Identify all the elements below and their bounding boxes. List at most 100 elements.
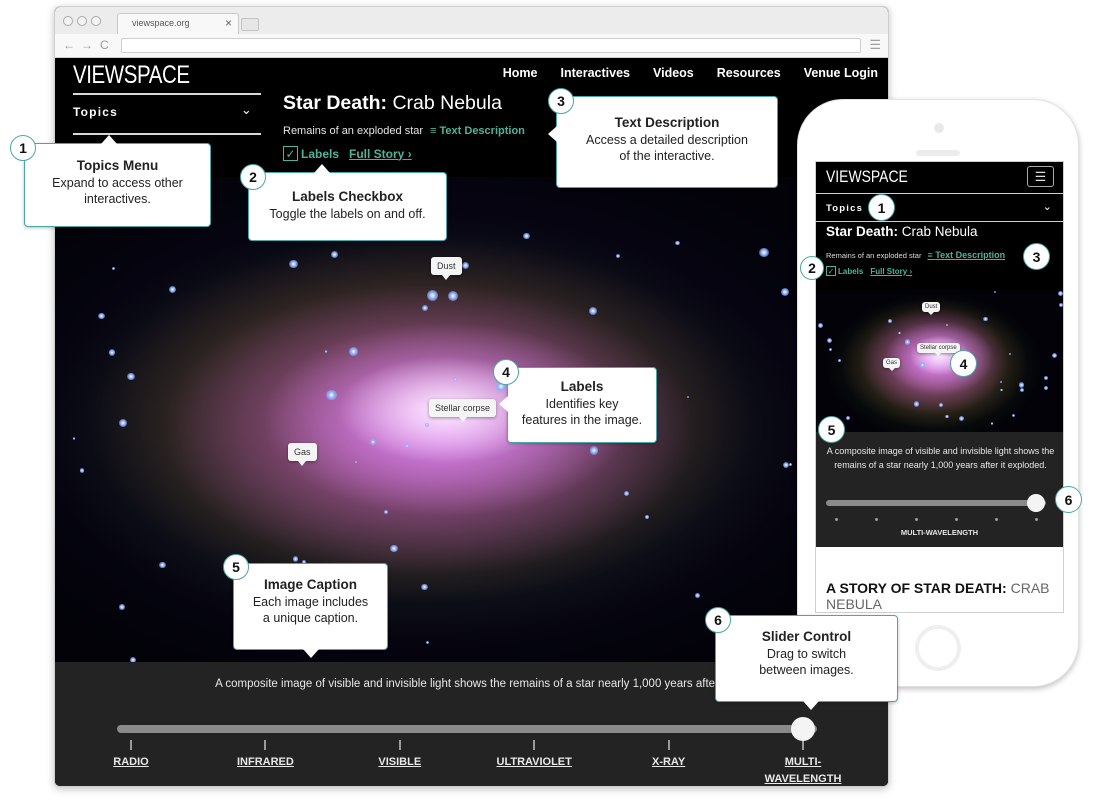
- mobile-selected-band: MULTI-WAVELENGTH: [900, 528, 979, 537]
- mobile-slider-thumb[interactable]: [1027, 494, 1045, 512]
- sidebar-divider: [73, 93, 261, 95]
- star-point: [348, 346, 358, 356]
- phone-speaker: [916, 150, 960, 156]
- forward-arrow-icon[interactable]: →: [81, 38, 93, 52]
- callout-line: Toggle the labels on and off.: [269, 207, 426, 221]
- star-point: [616, 253, 621, 258]
- mobile-slider-dot[interactable]: [874, 518, 878, 521]
- address-bar[interactable]: [121, 38, 861, 53]
- nav-interactives[interactable]: Interactives: [561, 66, 630, 80]
- band-label-line: MULTI-: [784, 756, 822, 768]
- topics-menu[interactable]: Topics ⌄: [73, 102, 261, 119]
- wavelength-slider-track[interactable]: [117, 725, 817, 733]
- star-point: [383, 509, 388, 514]
- window-zoom-dot[interactable]: [91, 16, 101, 26]
- star-point: [913, 401, 920, 407]
- callout-number-badge: 4: [493, 359, 519, 385]
- band-label-line: ULTRAVIOLET: [496, 756, 572, 768]
- window-minimize-dot[interactable]: [77, 16, 87, 26]
- reload-icon[interactable]: C: [100, 38, 109, 52]
- star-point: [461, 262, 469, 270]
- mobile-slider-dot[interactable]: [914, 518, 918, 521]
- page-subtitle-row: Remains of an exploded star ≡ Text Descr…: [283, 125, 525, 137]
- slider-band-x-ray[interactable]: X-RAY: [652, 754, 685, 771]
- nav-videos[interactable]: Videos: [653, 66, 694, 80]
- mobile-image-controls: ✓ Labels Full Story ›: [826, 266, 912, 276]
- star-point: [427, 289, 438, 301]
- callout-title: Slider Control: [761, 629, 852, 644]
- mobile-full-story-link[interactable]: Full Story ›: [870, 267, 912, 276]
- mobile-image-label-gas[interactable]: Gas: [883, 358, 901, 371]
- tab-close-icon[interactable]: ×: [225, 16, 232, 30]
- star-point: [325, 350, 328, 353]
- star-point: [645, 515, 649, 519]
- slider-band-infrared[interactable]: INFRARED: [237, 754, 294, 771]
- image-label-dust[interactable]: Dust: [431, 257, 462, 280]
- mobile-badge-5: 5: [818, 416, 845, 443]
- slider-band-ultraviolet[interactable]: ULTRAVIOLET: [497, 754, 572, 771]
- topics-label: Topics: [73, 105, 118, 119]
- subtitle-text: Remains of an exploded star: [283, 125, 424, 137]
- text-description-link[interactable]: ≡ Text Description: [430, 125, 525, 137]
- mobile-image-label-dust[interactable]: Dust: [922, 302, 941, 315]
- callout-line: Expand to access other: [52, 176, 183, 190]
- chevron-down-icon: ⌄: [240, 102, 253, 117]
- text-lines-icon: ≡: [927, 250, 933, 260]
- nav-resources[interactable]: Resources: [717, 66, 781, 80]
- star-point: [405, 443, 409, 448]
- star-point: [959, 416, 965, 422]
- slider-tick: [398, 740, 401, 750]
- star-point: [1058, 302, 1063, 307]
- slider-band-radio[interactable]: RADIO: [113, 754, 148, 771]
- nav-venue-login[interactable]: Venue Login: [804, 66, 878, 80]
- image-label-stellar-corpse[interactable]: Stellar corpse: [429, 399, 497, 422]
- mobile-slider-dot[interactable]: [834, 518, 838, 521]
- browser-tab[interactable]: viewspace.org ×: [117, 13, 239, 35]
- mobile-slider-dot[interactable]: [954, 518, 958, 521]
- star-point: [118, 418, 127, 427]
- browser-tab-strip: viewspace.org ×: [55, 7, 888, 35]
- window-close-dot[interactable]: [63, 16, 73, 26]
- mobile-text-description-label: Text Description: [935, 250, 1006, 260]
- mobile-text-description-link[interactable]: ≡ Text Description: [927, 250, 1005, 260]
- star-point: [390, 545, 398, 553]
- browser-toolbar: ← → C ☰: [55, 34, 888, 58]
- site-logo[interactable]: VIEWSPACE: [73, 61, 190, 90]
- mobile-labels-checkbox[interactable]: ✓: [826, 266, 836, 276]
- star-point: [1000, 380, 1003, 384]
- star-point: [588, 306, 598, 316]
- star-point: [421, 583, 428, 591]
- star-point: [127, 372, 135, 381]
- star-point: [454, 378, 458, 382]
- back-arrow-icon[interactable]: ←: [63, 38, 75, 52]
- mobile-slider-dot[interactable]: [1034, 518, 1038, 521]
- mobile-slider-track[interactable]: [826, 500, 1046, 506]
- title-rest: Crab Nebula: [387, 92, 502, 114]
- band-label-line: VISIBLE: [378, 756, 422, 768]
- mobile-slider-dot[interactable]: [994, 518, 998, 521]
- mobile-title-bold: Star Death:: [826, 224, 899, 239]
- star-point: [888, 319, 892, 323]
- new-tab-button[interactable]: [241, 18, 259, 31]
- slider-band-multi-wavelength[interactable]: MULTI- WAVELENGTH: [765, 754, 842, 786]
- mobile-topics-menu[interactable]: Topics ⌄: [816, 193, 1063, 222]
- hamburger-menu-icon[interactable]: ☰: [1027, 166, 1054, 187]
- band-label-line: INFRARED: [236, 756, 294, 768]
- wavelength-slider-thumb[interactable]: [791, 717, 815, 741]
- star-point: [1058, 291, 1063, 296]
- full-story-link[interactable]: Full Story ›: [349, 147, 412, 161]
- labels-toggle[interactable]: ✓ Labels: [283, 146, 339, 161]
- nav-home[interactable]: Home: [503, 66, 538, 80]
- mobile-topics-label: Topics: [826, 203, 864, 214]
- text-lines-icon: ≡: [430, 125, 437, 137]
- browser-menu-icon[interactable]: ☰: [869, 37, 881, 53]
- mobile-image-label-stellar-corpse[interactable]: Stellar corpse: [917, 343, 960, 356]
- image-label-gas[interactable]: Gas: [288, 443, 317, 466]
- labels-checkbox[interactable]: ✓: [283, 146, 298, 161]
- star-point: [781, 288, 790, 297]
- slider-band-visible[interactable]: VISIBLE: [378, 754, 421, 771]
- band-label-line: RADIO: [113, 756, 149, 768]
- callout-line: Access a detailed description: [586, 133, 748, 147]
- mobile-site-logo[interactable]: VIEWSPACE: [826, 167, 908, 187]
- mobile-labels-toggle[interactable]: ✓ Labels: [826, 266, 863, 276]
